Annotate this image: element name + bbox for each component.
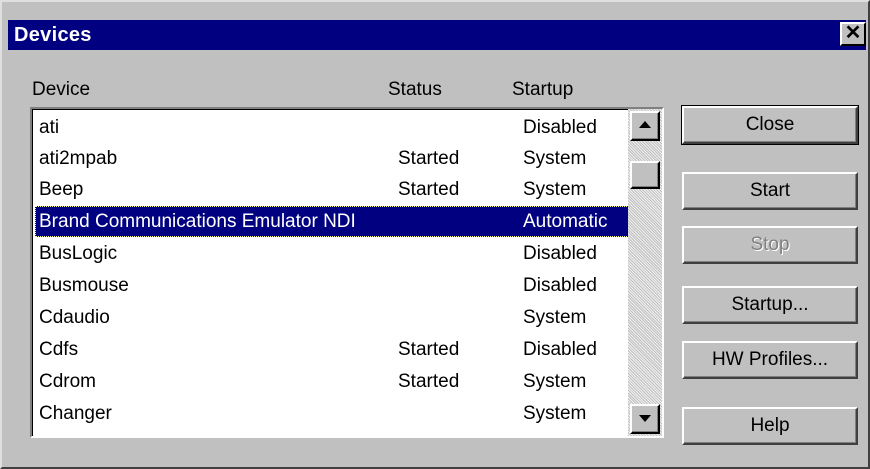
startup-button[interactable]: Startup... xyxy=(682,286,858,324)
device-name: Changer xyxy=(39,403,112,424)
device-startup: System xyxy=(523,307,587,328)
list-item[interactable]: ati Disabled xyxy=(35,112,629,143)
device-startup: Disabled xyxy=(523,243,597,264)
device-name: Cdaudio xyxy=(39,307,110,328)
device-startup: Disabled xyxy=(523,117,597,138)
list-item[interactable]: ati2mpab Started System xyxy=(35,143,629,174)
vertical-scrollbar[interactable] xyxy=(628,109,662,436)
list-item[interactable]: Busmouse Disabled xyxy=(35,270,629,301)
start-button[interactable]: Start xyxy=(682,172,858,210)
list-item[interactable]: Cdfs Started Disabled xyxy=(35,334,629,365)
list-item[interactable]: Cdaudio System xyxy=(35,302,629,333)
title-bar: Devices ✕ xyxy=(8,20,866,50)
device-name: BusLogic xyxy=(39,243,118,264)
list-item-selected[interactable]: Brand Communications Emulator NDI Automa… xyxy=(35,206,629,237)
device-list-items: ati Disabled ati2mpab Started System Bee… xyxy=(32,109,629,436)
device-startup: System xyxy=(523,148,587,169)
close-icon: ✕ xyxy=(844,22,862,44)
device-startup: System xyxy=(523,403,587,424)
hw-profiles-button[interactable]: HW Profiles... xyxy=(682,341,858,379)
device-status: Started xyxy=(398,148,460,169)
close-window-button[interactable]: ✕ xyxy=(840,22,866,46)
window-title: Devices xyxy=(14,24,92,46)
device-name: Cdrom xyxy=(39,371,97,392)
device-name: Brand Communications Emulator NDI xyxy=(39,211,356,232)
column-header-status: Status xyxy=(388,79,442,100)
device-list[interactable]: ati Disabled ati2mpab Started System Bee… xyxy=(30,107,664,438)
scroll-down-button[interactable] xyxy=(630,404,660,434)
device-name: ati xyxy=(39,117,60,138)
device-status: Started xyxy=(398,179,460,200)
device-name: Beep xyxy=(39,179,84,200)
device-startup: System xyxy=(523,179,587,200)
device-startup: Disabled xyxy=(523,275,597,296)
column-header-device: Device xyxy=(32,79,91,100)
stop-button[interactable]: Stop xyxy=(682,226,858,264)
close-button[interactable]: Close xyxy=(681,105,859,145)
scroll-up-button[interactable] xyxy=(630,111,660,141)
device-name: Cdfs xyxy=(39,339,79,360)
list-item[interactable]: BusLogic Disabled xyxy=(35,238,629,269)
list-item[interactable]: Changer System xyxy=(35,398,629,429)
up-arrow-icon xyxy=(639,121,651,128)
list-item[interactable]: Cdrom Started System xyxy=(35,366,629,397)
device-name: ati2mpab xyxy=(39,148,118,169)
down-arrow-icon xyxy=(639,415,651,422)
device-status: Started xyxy=(398,371,460,392)
device-startup: System xyxy=(523,371,587,392)
help-button[interactable]: Help xyxy=(682,407,858,445)
device-status: Started xyxy=(398,339,460,360)
devices-dialog: Devices ✕ Device Status Startup ati Disa… xyxy=(0,0,870,469)
device-startup: Automatic xyxy=(523,211,608,232)
column-header-startup: Startup xyxy=(512,79,574,100)
device-startup: Disabled xyxy=(523,339,597,360)
list-item[interactable]: Beep Started System xyxy=(35,174,629,205)
scroll-thumb[interactable] xyxy=(630,161,660,189)
device-name: Busmouse xyxy=(39,275,129,296)
